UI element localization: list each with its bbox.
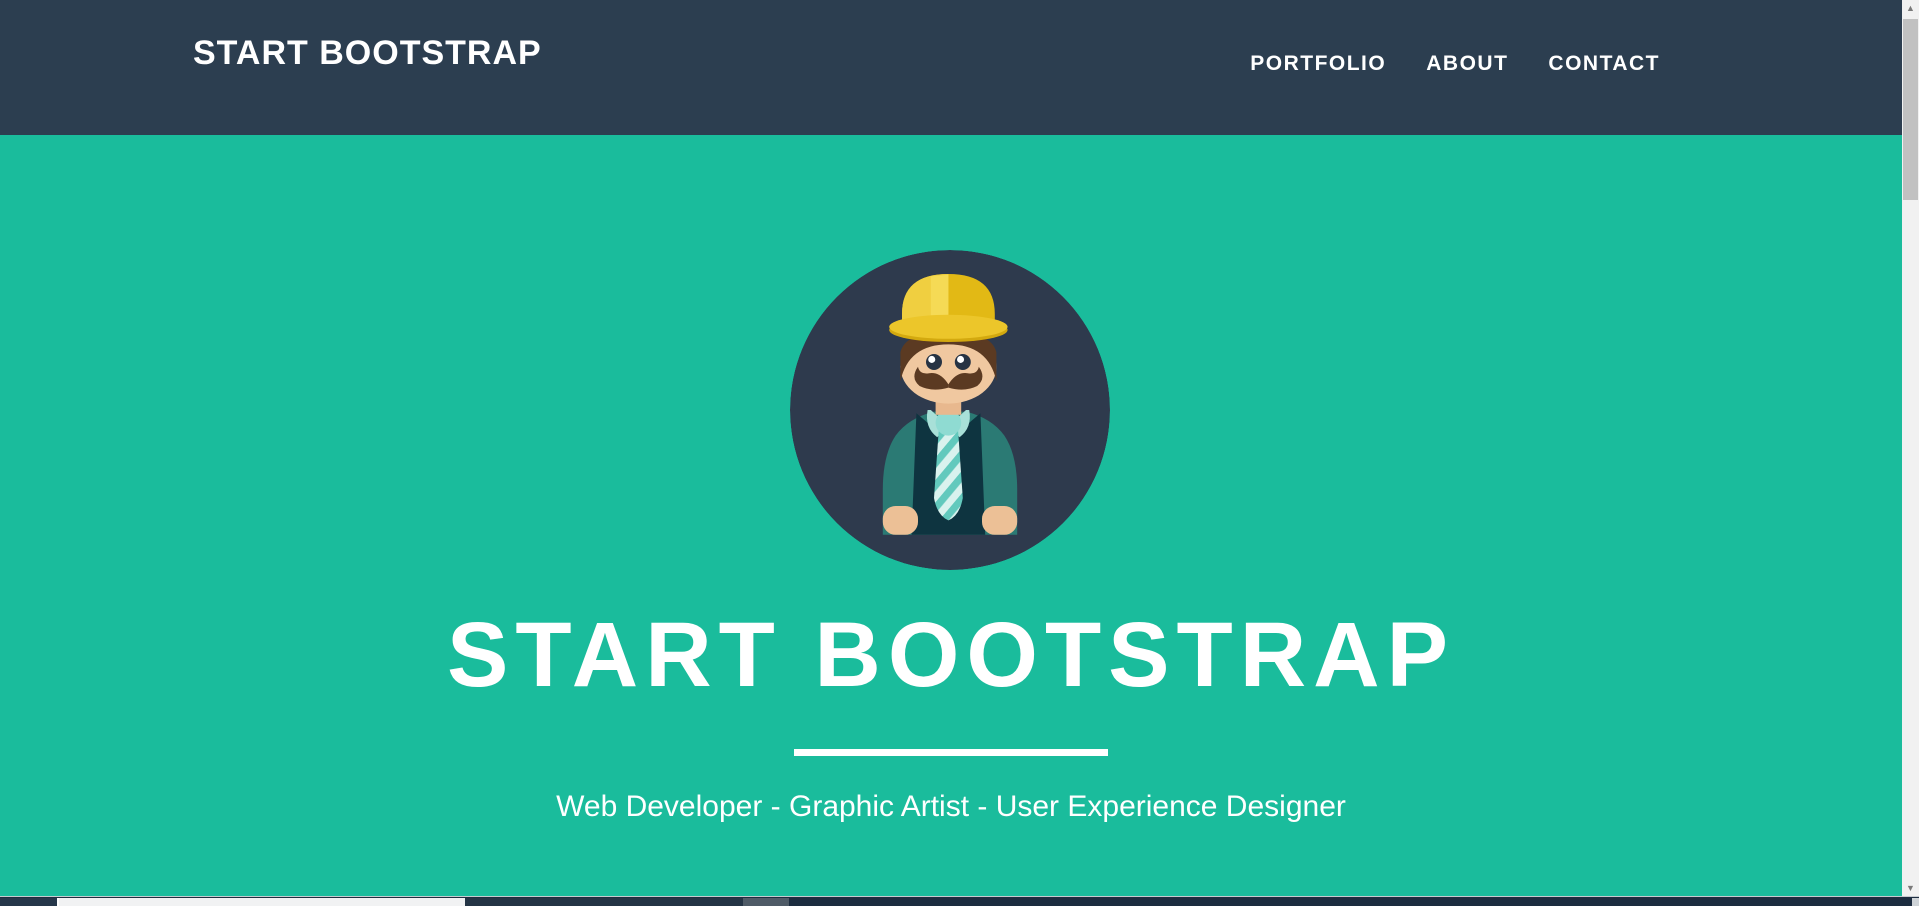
navbar-brand[interactable]: START BOOTSTRAP [193,36,542,70]
vertical-scrollbar[interactable]: ▲ ▼ [1902,0,1919,897]
hero-divider [794,749,1108,756]
hero-title: START BOOTSTRAP [0,605,1902,705]
scroll-up-icon[interactable]: ▲ [1902,0,1919,17]
construction-worker-avatar-icon [790,250,1110,570]
navbar-links: PORTFOLIO ABOUT CONTACT [1230,52,1660,76]
hero-section: START BOOTSTRAP Web Developer - Graphic … [0,135,1902,897]
nav-link-contact[interactable]: CONTACT [1528,52,1660,76]
hero-subtitle: Web Developer - Graphic Artist - User Ex… [0,787,1902,827]
nav-link-portfolio[interactable]: PORTFOLIO [1230,52,1406,76]
scroll-down-icon[interactable]: ▼ [1902,880,1919,897]
taskbar-strip [0,896,1919,905]
navbar: START BOOTSTRAP PORTFOLIO ABOUT CONTACT [0,0,1902,135]
nav-link-about[interactable]: ABOUT [1406,52,1528,76]
vertical-scrollbar-thumb[interactable] [1903,19,1918,200]
